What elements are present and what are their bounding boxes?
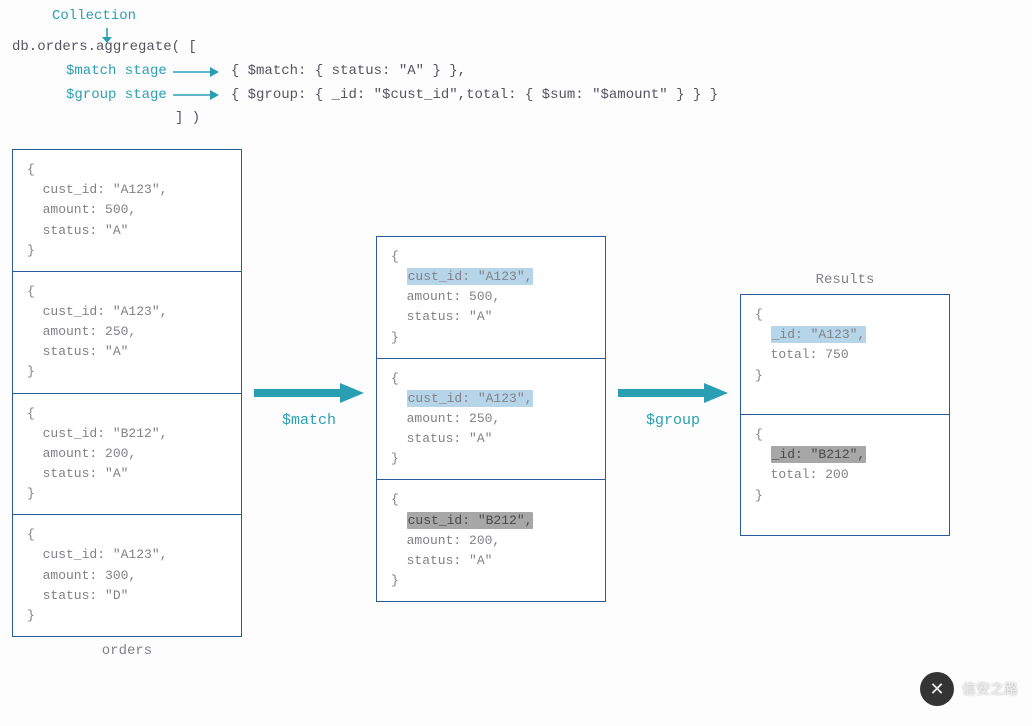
- document-line: status: "A": [391, 307, 593, 327]
- document-line: {: [27, 282, 229, 302]
- document-line: status: "A": [27, 464, 229, 484]
- document-line: }: [391, 328, 593, 348]
- group-arrow: $group: [618, 380, 728, 429]
- watermark-icon: ✕: [920, 672, 954, 706]
- group-arrow-label: $group: [646, 412, 700, 429]
- document-line: {: [27, 404, 229, 424]
- group-expression: { $group: { _id: "$cust_id",total: { $su…: [221, 84, 718, 108]
- document-cell: { cust_id: "A123", amount: 500, status: …: [377, 237, 605, 359]
- document-line: total: 200: [755, 465, 937, 485]
- document-line: amount: 200,: [27, 444, 229, 464]
- document-line: status: "A": [391, 551, 593, 571]
- group-stage-label: $group stage: [12, 84, 171, 108]
- document-line: {: [755, 305, 937, 325]
- results-label: Results: [740, 272, 950, 288]
- watermark-text: 信安之路: [962, 679, 1018, 699]
- document-cell: { cust_id: "A123", amount: 250, status: …: [377, 359, 605, 481]
- arrow-right-icon: [173, 89, 219, 101]
- code-line-close: ] ): [12, 107, 1020, 131]
- document-line: }: [755, 366, 937, 386]
- orders-column: { cust_id: "A123", amount: 500, status: …: [12, 149, 242, 659]
- orders-box: { cust_id: "A123", amount: 500, status: …: [12, 149, 242, 637]
- highlight-span: _id: "A123",: [771, 326, 867, 343]
- document-cell: { cust_id: "A123", amount: 300, status: …: [13, 515, 241, 636]
- document-line: {: [391, 490, 593, 510]
- document-line: cust_id: "A123",: [27, 302, 229, 322]
- results-column: Results { _id: "A123", total: 750}{ _id:…: [740, 272, 950, 536]
- results-box: { _id: "A123", total: 750}{ _id: "B212",…: [740, 294, 950, 536]
- document-cell: { _id: "B212", total: 200}: [741, 415, 949, 535]
- highlight-span: cust_id: "B212",: [407, 512, 534, 529]
- document-line: status: "D": [27, 586, 229, 606]
- document-line: {: [27, 525, 229, 545]
- document-line: status: "A": [391, 429, 593, 449]
- document-line: amount: 250,: [391, 409, 593, 429]
- document-cell: { cust_id: "B212", amount: 200, status: …: [13, 394, 241, 516]
- arrow-down-icon: [100, 28, 114, 44]
- highlight-span: _id: "B212",: [771, 446, 867, 463]
- document-line: {: [755, 425, 937, 445]
- arrow-right-thick-icon: [618, 380, 728, 406]
- highlight-span: cust_id: "A123",: [407, 390, 534, 407]
- document-line: amount: 200,: [391, 531, 593, 551]
- document-line: }: [27, 484, 229, 504]
- orders-label: orders: [12, 643, 242, 659]
- highlighted-line: cust_id: "A123",: [391, 389, 593, 409]
- document-cell: { cust_id: "B212", amount: 200, status: …: [377, 480, 605, 601]
- highlighted-line: cust_id: "A123",: [391, 267, 593, 287]
- document-line: }: [27, 362, 229, 382]
- document-line: {: [391, 369, 593, 389]
- matched-column: { cust_id: "A123", amount: 500, status: …: [376, 236, 606, 602]
- document-line: }: [755, 486, 937, 506]
- code-line-aggregate: db.orders.aggregate( [: [12, 36, 1020, 60]
- match-stage-label: $match stage: [12, 60, 171, 84]
- document-line: cust_id: "B212",: [27, 424, 229, 444]
- document-line: amount: 300,: [27, 566, 229, 586]
- highlight-span: cust_id: "A123",: [407, 268, 534, 285]
- matched-box: { cust_id: "A123", amount: 500, status: …: [376, 236, 606, 602]
- document-line: cust_id: "A123",: [27, 545, 229, 565]
- document-line: amount: 500,: [27, 200, 229, 220]
- document-line: status: "A": [27, 221, 229, 241]
- document-line: total: 750: [755, 345, 937, 365]
- match-arrow-label: $match: [282, 412, 336, 429]
- document-line: status: "A": [27, 342, 229, 362]
- document-cell: { _id: "A123", total: 750}: [741, 295, 949, 415]
- document-line: amount: 250,: [27, 322, 229, 342]
- code-line-match: $match stage { $match: { status: "A" } }…: [12, 60, 1020, 84]
- document-cell: { cust_id: "A123", amount: 250, status: …: [13, 272, 241, 394]
- arrow-right-thick-icon: [254, 380, 364, 406]
- document-line: amount: 500,: [391, 287, 593, 307]
- pipeline-diagram: { cust_id: "A123", amount: 500, status: …: [12, 149, 1020, 659]
- arrow-right-icon: [173, 66, 219, 78]
- collection-label: Collection: [52, 8, 136, 24]
- watermark: ✕ 信安之路: [920, 672, 1018, 706]
- document-line: }: [391, 449, 593, 469]
- document-line: }: [391, 571, 593, 591]
- highlighted-line: _id: "B212",: [755, 445, 937, 465]
- match-arrow: $match: [254, 380, 364, 429]
- highlighted-line: cust_id: "B212",: [391, 511, 593, 531]
- document-line: }: [27, 606, 229, 626]
- document-line: }: [27, 241, 229, 261]
- highlighted-line: _id: "A123",: [755, 325, 937, 345]
- document-line: cust_id: "A123",: [27, 180, 229, 200]
- match-expression: { $match: { status: "A" } },: [221, 60, 466, 84]
- code-line-group: $group stage { $group: { _id: "$cust_id"…: [12, 84, 1020, 108]
- document-line: {: [27, 160, 229, 180]
- document-cell: { cust_id: "A123", amount: 500, status: …: [13, 150, 241, 272]
- document-line: {: [391, 247, 593, 267]
- code-header: Collection db.orders.aggregate( [ $match…: [12, 8, 1020, 131]
